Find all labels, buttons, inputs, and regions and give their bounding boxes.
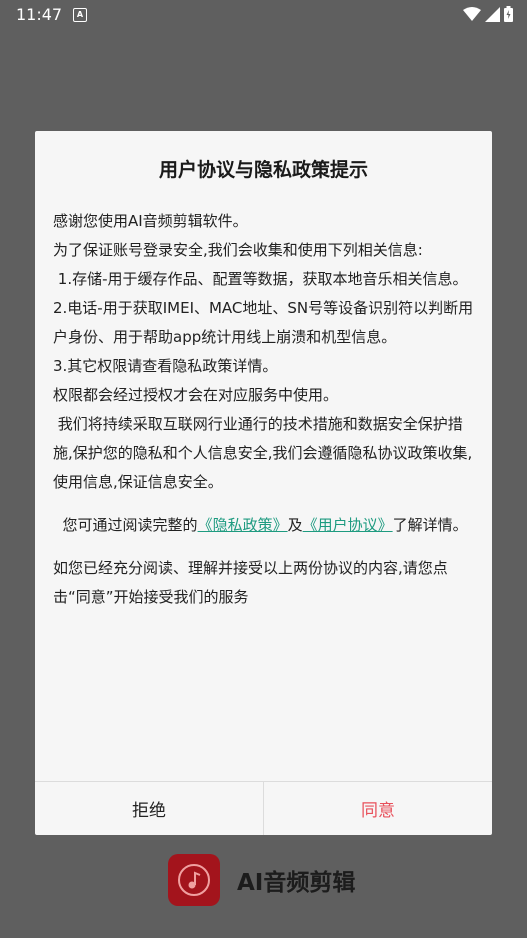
links-middle: 及 (287, 516, 303, 534)
dialog-body: 感谢您使用AI音频剪辑软件。 为了保证账号登录安全,我们会收集和使用下列相关信息… (53, 207, 477, 612)
links-suffix: 了解详情。 (392, 516, 468, 534)
app-brand: AI音频剪辑 (168, 854, 355, 906)
security-text: 我们将持续采取互联网行业通行的技术措施和数据安全保护措施,保护您的隐私和个人信息… (53, 415, 473, 491)
intro-text: 感谢您使用AI音频剪辑软件。 (53, 212, 248, 230)
privacy-dialog: 用户协议与隐私政策提示 感谢您使用AI音频剪辑软件。 为了保证账号登录安全,我们… (35, 131, 492, 835)
storage-permission-text: 1.存储-用于缓存作品、配置等数据，获取本地音乐相关信息。 (53, 270, 468, 288)
links-prefix: 您可通过阅读完整的 (53, 516, 198, 534)
battery-icon (504, 6, 513, 22)
collect-text: 为了保证账号登录安全,我们会收集和使用下列相关信息: (53, 241, 423, 259)
closing-text: 如您已经充分阅读、理解并接受以上两份协议的内容,请您点击“同意”开始接受我们的服… (53, 559, 448, 606)
phone-permission-text: 2.电话-用于获取IMEI、MAC地址、SN号等设备识别符以判断用户身份、用于帮… (53, 299, 474, 346)
status-bar: 11:47 A (0, 0, 527, 30)
agree-button[interactable]: 同意 (264, 782, 492, 835)
music-note-icon (178, 864, 210, 896)
system-icons (463, 6, 513, 22)
wifi-icon (463, 6, 481, 21)
status-time: 11:47 (16, 5, 63, 24)
links-paragraph: 您可通过阅读完整的《隐私政策》及《用户协议》了解详情。 (53, 511, 477, 540)
app-logo (168, 854, 220, 906)
authorization-text: 权限都会经过授权才会在对应服务中使用。 (53, 386, 339, 404)
notification-icon: A (73, 8, 87, 22)
signal-icon (485, 6, 500, 22)
privacy-policy-link[interactable]: 《隐私政策》 (198, 516, 288, 534)
dialog-title: 用户协议与隐私政策提示 (158, 159, 368, 181)
user-agreement-link[interactable]: 《用户协议》 (303, 516, 393, 534)
other-permission-text: 3.其它权限请查看隐私政策详情。 (53, 357, 278, 375)
reject-button[interactable]: 拒绝 (35, 782, 264, 835)
dialog-footer: 拒绝 同意 (35, 781, 492, 835)
app-name: AI音频剪辑 (237, 870, 356, 896)
